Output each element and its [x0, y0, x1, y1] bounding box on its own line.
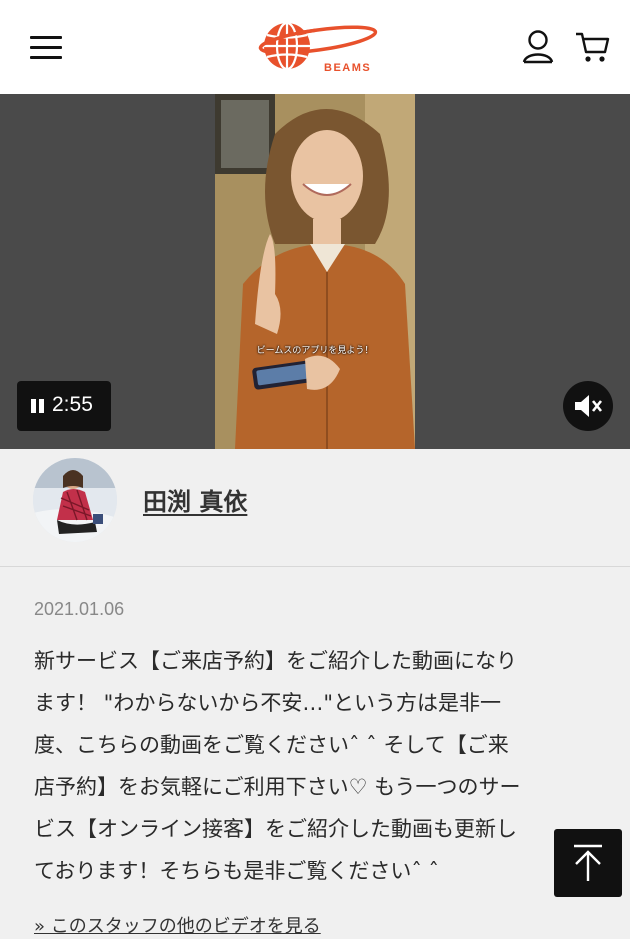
beams-logo[interactable]: BEAMS: [250, 18, 380, 78]
pause-button[interactable]: 2:55: [17, 381, 111, 431]
staff-photo: [33, 458, 117, 542]
hamburger-menu-button[interactable]: [28, 30, 66, 64]
post-description: 新サービス【ご来店予約】をご紹介した動画になり ます！ "わからないから不安…"…: [34, 640, 594, 892]
user-icon: [522, 30, 554, 64]
cart-button[interactable]: [573, 28, 613, 66]
video-time: 2:55: [52, 393, 93, 416]
video-still-image: [215, 94, 415, 449]
avatar[interactable]: [33, 458, 117, 542]
pause-bar: [39, 399, 44, 413]
video-subtitle: ビームスのアプリを見よう！: [256, 346, 374, 356]
back-to-top-button[interactable]: [554, 829, 622, 897]
description-line: 店予約】をお気軽にご利用下さい♡ もう一つのサー: [34, 775, 521, 799]
cart-icon: [576, 32, 610, 62]
hamburger-line: [30, 46, 62, 49]
pause-bar: [31, 399, 36, 413]
post-date: 2021.01.06: [34, 599, 125, 619]
staff-row: 田渕 真依: [0, 449, 630, 567]
more-videos-link[interactable]: » このスタッフの他のビデオを見る: [34, 912, 321, 938]
pause-icon: [31, 399, 45, 413]
description-line: ております！そちらも是非ご覧くださいˆ ˆ: [34, 859, 440, 883]
video-frame: ビームスのアプリを見よう！: [215, 94, 415, 449]
speaker-muted-icon: [575, 395, 603, 417]
arrow-up-icon: [574, 844, 602, 881]
description-line: ます！ "わからないから不安…"という方は是非一: [34, 691, 501, 715]
description-line: 新サービス【ご来店予約】をご紹介した動画になり: [34, 649, 517, 673]
description-line: 度、こちらの動画をご覧くださいˆ ˆ そして【ご来: [34, 733, 509, 757]
account-button[interactable]: [520, 28, 556, 66]
brand-name: BEAMS: [324, 62, 372, 74]
site-header: BEAMS: [0, 0, 630, 94]
post-content: 2021.01.06 新サービス【ご来店予約】をご紹介した動画になり ます！ "…: [0, 568, 630, 939]
mute-button[interactable]: [563, 381, 613, 431]
hamburger-menu-icon: [30, 36, 62, 39]
description-line: ビス【オンライン接客】をご紹介した動画も更新し: [34, 817, 517, 841]
video-player[interactable]: ビームスのアプリを見よう！ 2:55: [0, 94, 630, 449]
hamburger-line: [30, 56, 62, 59]
staff-name-link[interactable]: 田渕 真依: [143, 482, 247, 517]
